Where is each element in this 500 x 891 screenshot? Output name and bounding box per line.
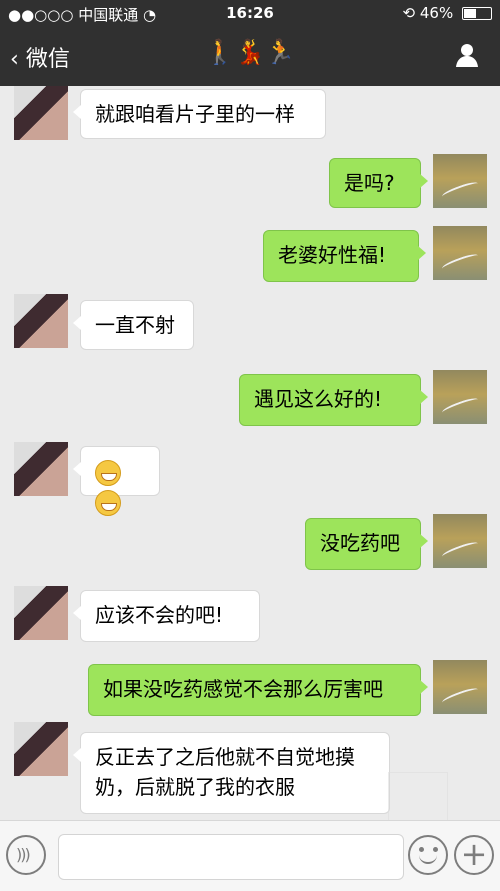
- message-bubble[interactable]: 一直不射: [73, 300, 194, 350]
- my-avatar[interactable]: [433, 226, 487, 280]
- user-icon[interactable]: [454, 42, 480, 68]
- rotation-lock-icon: ⟲: [402, 4, 416, 22]
- chat-title-icons: 🚶💃🏃: [205, 38, 295, 66]
- message-composer: +: [0, 820, 500, 891]
- contact-avatar[interactable]: [14, 294, 68, 348]
- add-button[interactable]: +: [454, 835, 494, 875]
- message-bubble[interactable]: 应该不会的吧!: [73, 590, 260, 642]
- message-bubble[interactable]: 是吗?: [329, 158, 428, 208]
- my-avatar[interactable]: [433, 660, 487, 714]
- contact-avatar[interactable]: [14, 722, 68, 776]
- image-watermark: [388, 772, 448, 822]
- voice-button[interactable]: [6, 835, 46, 875]
- title-bar: ‹ 微信 🚶💃🏃: [0, 26, 500, 86]
- battery-icon: [462, 7, 492, 20]
- contact-avatar[interactable]: [14, 586, 68, 640]
- battery-info: ⟲ 46%: [403, 4, 492, 22]
- my-avatar[interactable]: [433, 370, 487, 424]
- status-bar: ●●○○○ 中国联通 ◔ 16:26 ⟲ 46%: [0, 0, 500, 26]
- message-bubble[interactable]: [73, 446, 160, 516]
- grin-icon: [95, 459, 121, 486]
- battery-label: 46%: [419, 4, 454, 22]
- my-avatar[interactable]: [433, 514, 487, 568]
- chat-messages[interactable]: 就跟咱看片子里的一样 是吗? 老婆好性福! 一直不射 遇见这么好的! 没吃药吧 …: [0, 86, 500, 820]
- message-bubble[interactable]: 如果没吃药感觉不会那么厉害吧: [88, 664, 428, 716]
- contact-avatar[interactable]: [14, 442, 68, 496]
- message-bubble[interactable]: 反正去了之后他就不自觉地摸奶，后就脱了我的衣服: [73, 732, 390, 814]
- message-bubble[interactable]: 老婆好性福!: [263, 230, 426, 282]
- message-bubble[interactable]: 遇见这么好的!: [239, 374, 428, 426]
- emoji-button[interactable]: [408, 835, 448, 875]
- message-bubble[interactable]: 就跟咱看片子里的一样: [73, 89, 326, 139]
- my-avatar[interactable]: [433, 154, 487, 208]
- message-bubble[interactable]: 没吃药吧: [305, 518, 428, 570]
- top-navigation: ●●○○○ 中国联通 ◔ 16:26 ⟲ 46% ‹ 微信 🚶💃🏃: [0, 0, 500, 86]
- contact-avatar[interactable]: [14, 86, 68, 140]
- message-input[interactable]: [58, 834, 404, 880]
- grin-icon: [95, 489, 121, 516]
